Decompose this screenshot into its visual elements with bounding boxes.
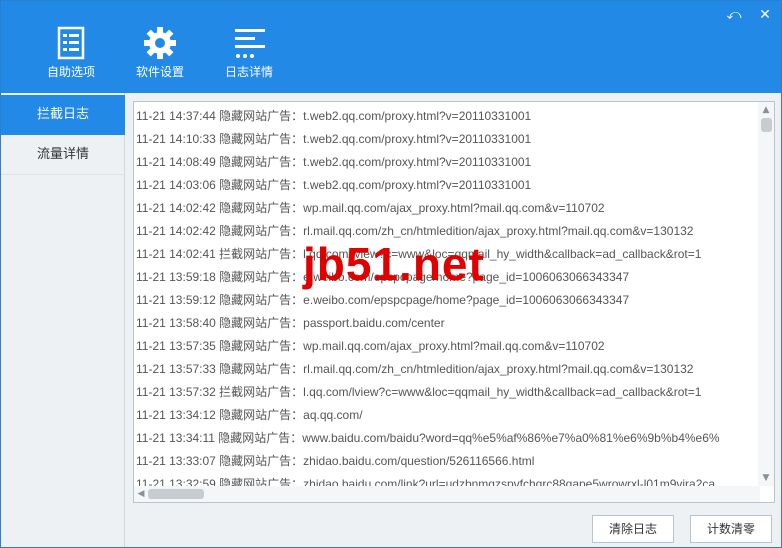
horizontal-scrollbar[interactable]: ◀ [134, 486, 760, 502]
log-details-tool-label: 日志详情 [224, 65, 273, 79]
settings-tool-button[interactable]: 软件设置 [120, 21, 200, 85]
sidebar: 拦截日志 流量详情 [1, 93, 125, 547]
scroll-left-arrow-icon[interactable]: ◀ [134, 487, 148, 501]
gear-icon [144, 27, 176, 59]
sidebar-item-intercept-log[interactable]: 拦截日志 [1, 95, 125, 135]
watermark: jb51.net [303, 238, 485, 290]
log-line: 11-21 14:10:33 隐藏网站广告：t.web2.qq.com/prox… [136, 132, 532, 146]
log-line: 11-21 14:02:42 隐藏网站广告：wp.mail.qq.com/aja… [136, 201, 605, 215]
vertical-scrollbar[interactable]: ▲ ▼ [758, 102, 774, 486]
log-line: 11-21 13:57:32 拦截网站广告：l.qq.com/lview?c=w… [136, 385, 702, 399]
scroll-down-arrow-icon[interactable]: ▼ [758, 471, 774, 485]
log-line: 11-21 13:59:12 隐藏网站广告：e.weibo.com/epspcp… [136, 293, 630, 307]
log-line: 11-21 13:57:35 隐藏网站广告：wp.mail.qq.com/aja… [136, 339, 605, 353]
restore-button[interactable]: ⤺ [725, 7, 743, 23]
log-list[interactable]: 11-21 14:37:44 隐藏网站广告：t.web2.qq.com/prox… [133, 101, 775, 503]
checklist-icon [57, 26, 85, 60]
options-tool-label: 自助选项 [46, 65, 95, 79]
log-line: 11-21 14:08:49 隐藏网站广告：t.web2.qq.com/prox… [136, 155, 532, 169]
vertical-scroll-thumb[interactable] [761, 118, 772, 132]
close-button[interactable]: ✕ [756, 7, 774, 23]
options-tool-button[interactable]: 自助选项 [31, 21, 111, 85]
log-line: 11-21 14:37:44 隐藏网站广告：t.web2.qq.com/prox… [136, 109, 532, 123]
reset-count-button[interactable]: 计数清零 [690, 515, 772, 543]
main-window: 自助选项 软件设置 日志详情 ⤺ ✕ 拦截日志 流量详情 11-21 14:37… [0, 0, 782, 548]
log-line: 11-21 13:58:40 隐藏网站广告：passport.baidu.com… [136, 316, 445, 330]
sidebar-item-traffic-details[interactable]: 流量详情 [1, 135, 125, 175]
horizontal-scroll-thumb[interactable] [148, 489, 204, 499]
settings-tool-label: 软件设置 [135, 65, 184, 79]
scroll-up-arrow-icon[interactable]: ▲ [758, 103, 774, 117]
log-line: 11-21 13:57:33 隐藏网站广告：rl.mail.qq.com/zh_… [136, 362, 694, 376]
log-line: 11-21 13:34:12 隐藏网站广告：aq.qq.com/ [136, 408, 363, 422]
log-details-tool-button[interactable]: 日志详情 [209, 21, 289, 85]
list-lines-icon [235, 29, 265, 58]
clear-log-button[interactable]: 清除日志 [592, 515, 674, 543]
log-line: 11-21 13:34:11 隐藏网站广告：www.baidu.com/baid… [136, 431, 720, 445]
toolbar: 自助选项 软件设置 日志详情 ⤺ ✕ [1, 1, 781, 93]
log-line: 11-21 13:33:07 隐藏网站广告：zhidao.baidu.com/q… [136, 454, 535, 468]
log-line: 11-21 14:03:06 隐藏网站广告：t.web2.qq.com/prox… [136, 178, 532, 192]
